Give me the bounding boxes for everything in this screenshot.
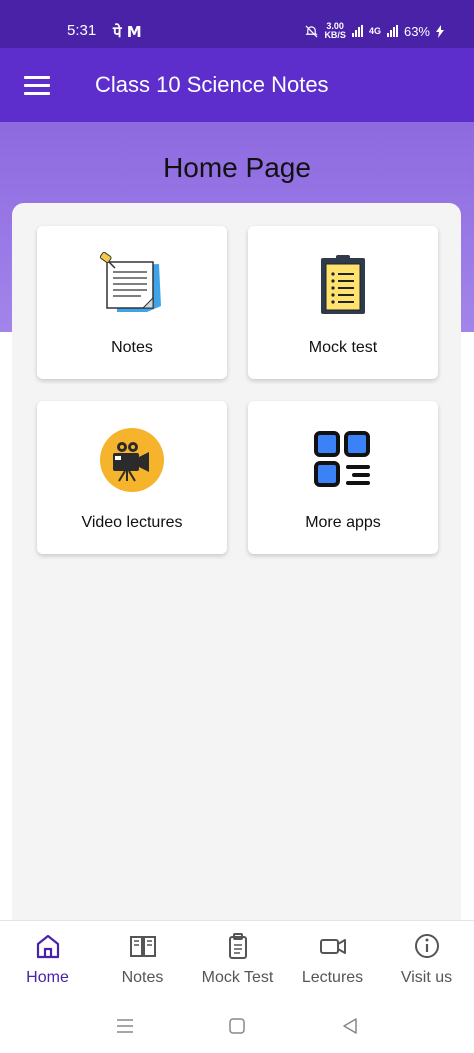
video-icon <box>319 939 346 954</box>
status-right-group: 3.00 KB/S 4G 63% <box>305 22 444 40</box>
apps-grid-icon <box>314 431 370 487</box>
notes-card[interactable]: Notes <box>37 226 227 379</box>
nav-notes[interactable]: Notes <box>95 931 190 995</box>
video-lectures-card[interactable]: Video lectures <box>37 401 227 554</box>
recents-menu-icon[interactable] <box>114 1015 136 1037</box>
status-bar: 5:31 पे M 3.00 KB/S 4G 63% <box>0 0 474 48</box>
nav-lectures-label: Lectures <box>301 969 364 986</box>
hamburger-menu-icon[interactable] <box>24 76 50 96</box>
status-notification-icons: पे M <box>113 23 142 41</box>
system-navigation-bar <box>0 1000 474 1053</box>
content-panel: Notes Mock test Video lectures More apps <box>12 203 461 933</box>
more-apps-card-label: More apps <box>305 514 381 531</box>
nav-mock-test-label: Mock Test <box>201 969 274 986</box>
back-triangle-icon[interactable] <box>339 1015 361 1037</box>
mock-test-card[interactable]: Mock test <box>248 226 438 379</box>
clipboard-icon <box>321 255 365 314</box>
notes-card-label: Notes <box>111 339 153 356</box>
app-title: Class 10 Science Notes <box>95 72 329 97</box>
video-camera-icon <box>100 428 164 492</box>
nav-home[interactable]: Home <box>0 931 95 995</box>
home-square-icon[interactable] <box>226 1015 248 1037</box>
network-type: 4G <box>368 26 381 36</box>
page-title: Home Page <box>163 152 311 183</box>
home-icon <box>36 934 59 959</box>
signal-icon <box>351 25 363 37</box>
nav-notes-label: Notes <box>121 969 164 986</box>
mock-test-card-label: Mock test <box>308 339 378 356</box>
app-bar: Class 10 Science Notes <box>0 48 474 122</box>
nav-lectures[interactable]: Lectures <box>285 931 380 995</box>
info-icon <box>414 934 439 958</box>
notes-icon <box>99 251 161 312</box>
more-apps-card[interactable]: More apps <box>248 401 438 554</box>
nav-home-label: Home <box>26 969 69 986</box>
nav-visit-us[interactable]: Visit us <box>379 931 474 995</box>
status-time: 5:31 <box>67 22 97 39</box>
nav-mock-test[interactable]: Mock Test <box>190 931 285 995</box>
battery-level: 63% <box>403 23 430 39</box>
network-speed-unit: KB/S <box>324 30 346 40</box>
video-lectures-card-label: Video lectures <box>81 514 183 531</box>
network-speed: 3.00 KB/S <box>324 22 346 40</box>
charging-icon <box>436 24 444 38</box>
clipboard-icon <box>228 933 247 959</box>
nav-visit-us-label: Visit us <box>400 969 453 986</box>
signal-icon-2 <box>386 25 398 37</box>
bottom-navigation: Home Notes Mock Test Lectures Visit us <box>0 920 474 1001</box>
book-icon <box>129 936 156 957</box>
alarm-off-icon <box>305 25 319 37</box>
